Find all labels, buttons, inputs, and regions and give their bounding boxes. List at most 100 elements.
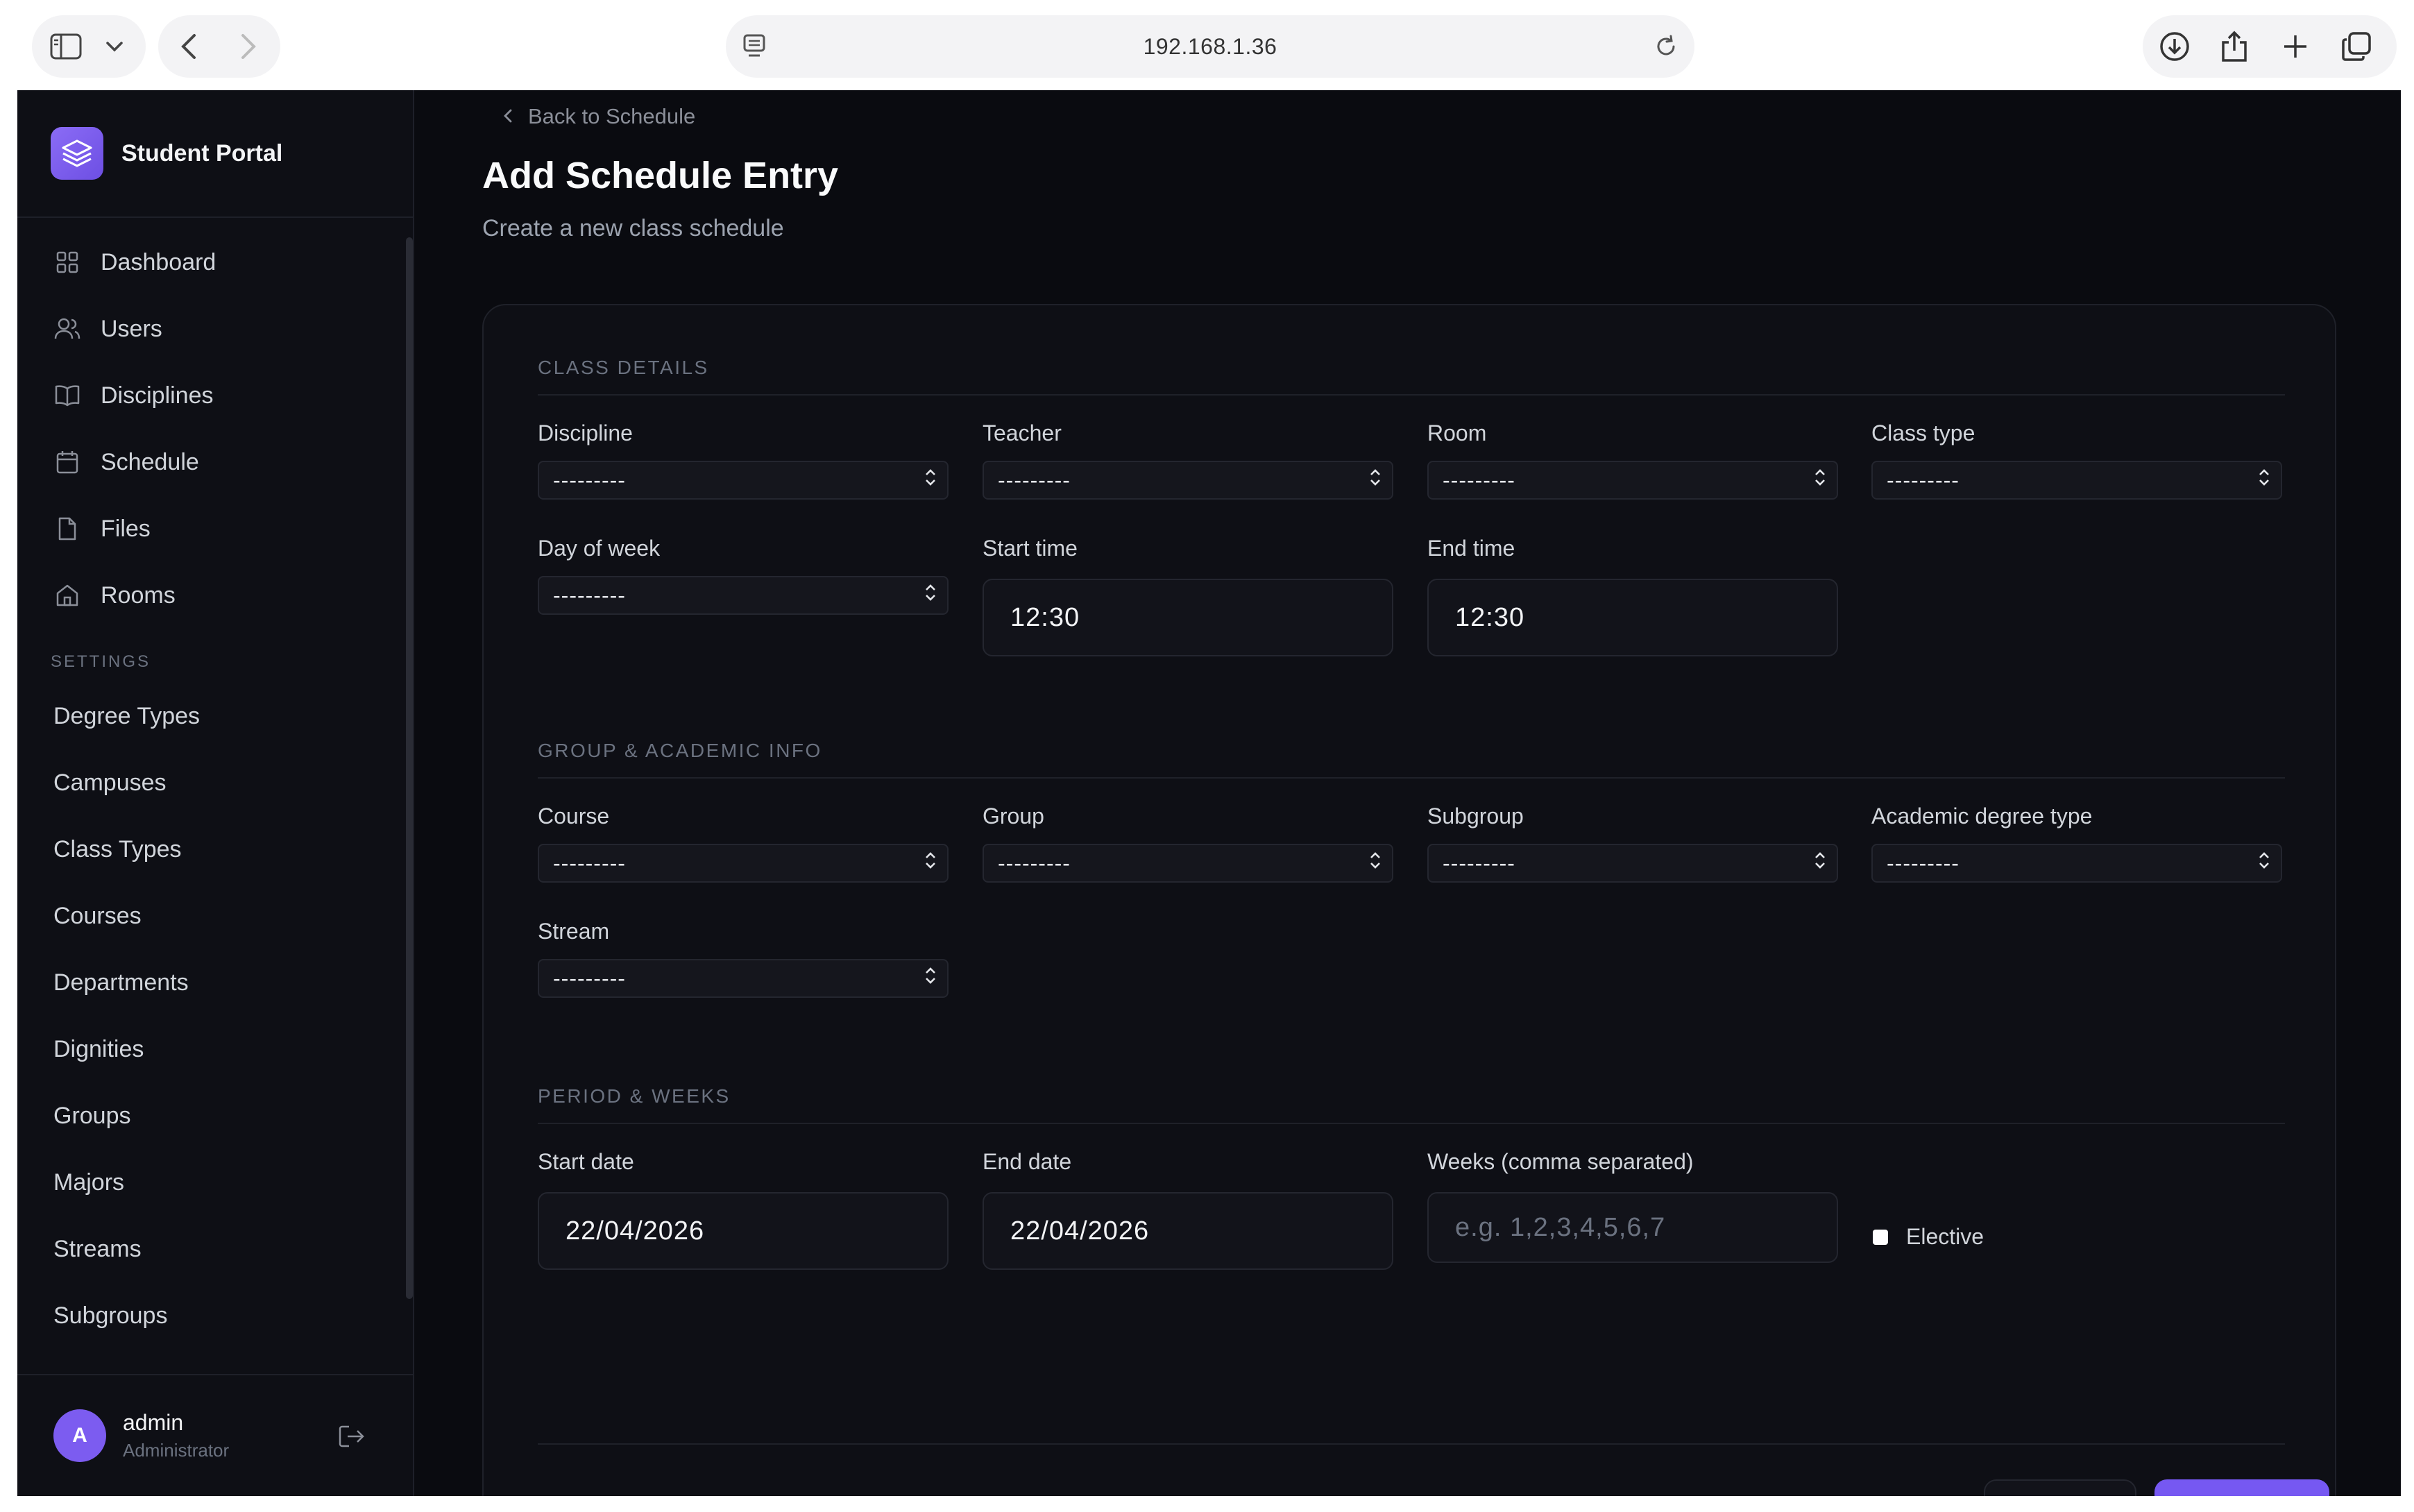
browser-toolbar: 192.168.1.36: [0, 0, 2414, 90]
field-label: End date: [983, 1149, 1072, 1174]
url-text[interactable]: 192.168.1.36: [1144, 34, 1277, 60]
users-icon: [53, 315, 81, 343]
group-field: Group ---------: [983, 804, 1393, 883]
weeks-field: Weeks (comma separated) e.g. 1,2,3,4,5,6…: [1427, 1149, 1838, 1263]
sidebar-item-dashboard[interactable]: Dashboard: [17, 229, 413, 296]
field-label: Course: [538, 804, 610, 829]
field-label: Start date: [538, 1149, 634, 1174]
sidebar-item-disciplines[interactable]: Disciplines: [17, 362, 413, 429]
reload-icon[interactable]: [1654, 35, 1678, 58]
sidebar-item-streams[interactable]: Streams: [17, 1216, 413, 1282]
sidebar-item-dignities[interactable]: Dignities: [17, 1016, 413, 1082]
page-title: Add Schedule Entry: [482, 155, 839, 196]
start-time-input[interactable]: 12:30: [983, 579, 1393, 656]
select-arrows-icon: [2257, 467, 2271, 493]
avatar[interactable]: A: [53, 1409, 106, 1462]
user-name: admin: [123, 1410, 184, 1435]
app-window: Student Portal Dashboard Users Disciplin…: [17, 90, 2401, 1496]
brand-name: Student Portal: [121, 139, 283, 167]
elective-option[interactable]: Elective: [1873, 1224, 1984, 1250]
section-class-details: CLASS DETAILS: [538, 357, 709, 378]
teacher-select[interactable]: ---------: [983, 461, 1393, 500]
new-tab-icon[interactable]: [2281, 33, 2309, 60]
back-to-schedule-link[interactable]: Back to Schedule: [503, 101, 695, 132]
address-bar[interactable]: 192.168.1.36: [726, 15, 1694, 78]
brand-header[interactable]: Student Portal: [17, 90, 413, 218]
select-value: ---------: [1887, 850, 1960, 876]
select-value: ---------: [1443, 467, 1515, 493]
select-value: ---------: [553, 582, 626, 608]
end-time-input[interactable]: 12:30: [1427, 579, 1838, 656]
user-role: Administrator: [123, 1440, 230, 1461]
class-type-field: Class type ---------: [1871, 421, 2282, 500]
select-value: ---------: [998, 850, 1071, 876]
logout-icon[interactable]: [338, 1424, 366, 1452]
chevron-down-icon[interactable]: [105, 41, 124, 52]
end-date-field: End date 22/04/2026: [983, 1149, 1393, 1270]
sidebar-item-campuses[interactable]: Campuses: [17, 749, 413, 816]
discipline-field: Discipline ---------: [538, 421, 949, 500]
end-time-field: End time 12:30: [1427, 536, 1838, 656]
back-arrow-icon[interactable]: [180, 33, 197, 60]
sidebar-item-label: Users: [101, 315, 162, 342]
subgroup-select[interactable]: ---------: [1427, 844, 1838, 883]
tabs-overview-icon[interactable]: [2341, 31, 2372, 62]
field-label: Weeks (comma separated): [1427, 1149, 1694, 1174]
end-date-input[interactable]: 22/04/2026: [983, 1192, 1393, 1270]
discipline-select[interactable]: ---------: [538, 461, 949, 500]
select-value: ---------: [553, 965, 626, 991]
field-label: Subgroup: [1427, 804, 1524, 829]
select-arrows-icon: [924, 582, 937, 609]
sidebar-scrollbar[interactable]: [406, 237, 413, 1299]
field-label: End time: [1427, 536, 1515, 561]
elective-checkbox[interactable]: [1873, 1229, 1888, 1245]
sidebar-item-class-types[interactable]: Class Types: [17, 816, 413, 883]
select-arrows-icon: [1368, 850, 1382, 876]
back-link-label: Back to Schedule: [528, 104, 696, 128]
sidebar-item-rooms[interactable]: Rooms: [17, 562, 413, 629]
share-icon[interactable]: [2220, 30, 2248, 63]
sidebar-item-users[interactable]: Users: [17, 296, 413, 362]
day-of-week-select[interactable]: ---------: [538, 576, 949, 615]
group-select[interactable]: ---------: [983, 844, 1393, 883]
start-date-input[interactable]: 22/04/2026: [538, 1192, 949, 1270]
sidebar-nav: Dashboard Users Disciplines Schedule Fil…: [17, 229, 413, 1349]
weeks-input[interactable]: e.g. 1,2,3,4,5,6,7: [1427, 1192, 1838, 1263]
academic-degree-type-select[interactable]: ---------: [1871, 844, 2282, 883]
field-label: Discipline: [538, 421, 633, 445]
select-arrows-icon: [1813, 467, 1827, 493]
sidebar-toggle-icon[interactable]: [50, 33, 82, 60]
sidebar-item-degree-types[interactable]: Degree Types: [17, 683, 413, 749]
sidebar-item-majors[interactable]: Majors: [17, 1149, 413, 1216]
page-info-icon[interactable]: [742, 33, 766, 60]
day-of-week-field: Day of week ---------: [538, 536, 949, 615]
stream-select[interactable]: ---------: [538, 959, 949, 998]
forward-arrow-icon[interactable]: [240, 33, 257, 60]
subgroup-field: Subgroup ---------: [1427, 804, 1838, 883]
sidebar-item-departments[interactable]: Departments: [17, 949, 413, 1016]
class-type-select[interactable]: ---------: [1871, 461, 2282, 500]
home-icon: [53, 581, 81, 609]
elective-label: Elective: [1906, 1224, 1984, 1249]
room-field: Room ---------: [1427, 421, 1838, 500]
file-icon: [53, 515, 81, 543]
sidebar-toggle-group[interactable]: [32, 15, 146, 78]
sidebar-item-label: Files: [101, 515, 151, 542]
cancel-button[interactable]: Cancel: [1984, 1479, 2136, 1496]
sidebar-item-courses[interactable]: Courses: [17, 883, 413, 949]
room-select[interactable]: ---------: [1427, 461, 1838, 500]
sidebar-item-files[interactable]: Files: [17, 495, 413, 562]
sidebar-item-subgroups[interactable]: Subgroups: [17, 1282, 413, 1349]
field-label: Group: [983, 804, 1044, 829]
sidebar-item-groups[interactable]: Groups: [17, 1082, 413, 1149]
course-field: Course ---------: [538, 804, 949, 883]
create-button[interactable]: Create: [2154, 1479, 2329, 1496]
section-period-weeks: PERIOD & WEEKS: [538, 1085, 731, 1107]
course-select[interactable]: ---------: [538, 844, 949, 883]
layers-logo-icon: [51, 127, 103, 180]
teacher-field: Teacher ---------: [983, 421, 1393, 500]
download-icon[interactable]: [2159, 31, 2190, 62]
field-label: Day of week: [538, 536, 661, 561]
sidebar-item-schedule[interactable]: Schedule: [17, 429, 413, 495]
field-label: Academic degree type: [1871, 804, 2093, 829]
